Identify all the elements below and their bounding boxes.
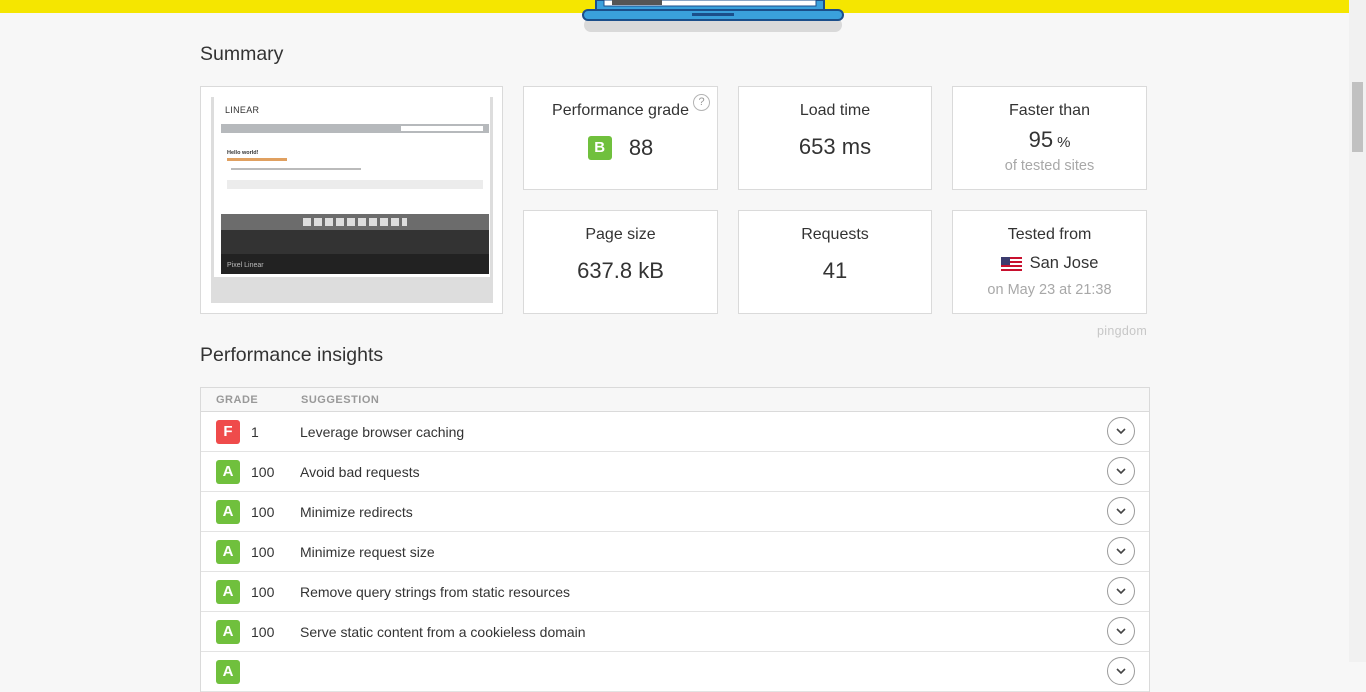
page-size-value: 637.8 kB xyxy=(577,258,664,283)
insight-row[interactable]: A 100 Avoid bad requests xyxy=(201,452,1149,492)
grade-badge: F xyxy=(216,420,240,444)
expand-button[interactable] xyxy=(1107,577,1135,605)
requests-label: Requests xyxy=(801,226,869,243)
performance-grade-label: Performance grade xyxy=(552,102,689,119)
grade-badge: A xyxy=(216,660,240,684)
insight-suggestion: Serve static content from a cookieless d… xyxy=(300,624,586,640)
expand-button[interactable] xyxy=(1107,457,1135,485)
page-size-label: Page size xyxy=(585,226,656,243)
tested-from-location: San Jose xyxy=(953,254,1146,273)
insight-row[interactable]: A 100 Minimize redirects xyxy=(201,492,1149,532)
insight-score: 1 xyxy=(251,424,259,440)
insight-suggestion: Minimize request size xyxy=(300,544,435,560)
faster-than-label: Faster than xyxy=(1009,102,1090,119)
tested-from-date: on May 23 at 21:38 xyxy=(987,282,1112,298)
insight-score: 100 xyxy=(251,504,275,520)
grade-badge: A xyxy=(216,580,240,604)
insight-score: 100 xyxy=(251,624,275,640)
expand-button[interactable] xyxy=(1107,537,1135,565)
grade-badge: B xyxy=(587,136,612,161)
insights-rows: F 1 Leverage browser caching A 100 Avoid bad … xyxy=(201,412,1149,692)
insights-table-header: GRADE SUGGESTION xyxy=(201,388,1149,412)
insight-row[interactable]: A xyxy=(201,652,1149,692)
insights-title: Performance insights xyxy=(200,344,384,366)
faster-than-value: 95% xyxy=(953,127,1146,153)
load-time-card: Load time 653 ms xyxy=(738,86,932,190)
expand-button[interactable] xyxy=(1107,497,1135,525)
thumb-footer-name: Pixel Linear xyxy=(227,262,264,269)
grade-column-header: GRADE xyxy=(216,394,259,406)
chevron-down-icon xyxy=(1116,508,1126,515)
tested-from-card: Tested from San Jose on May 23 at 21:38 xyxy=(952,210,1147,314)
site-screenshot-thumbnail: LINEAR Hello world! Pixel Linear xyxy=(211,97,493,303)
chevron-down-icon xyxy=(1116,628,1126,635)
chevron-down-icon xyxy=(1116,548,1126,555)
performance-score: 88 xyxy=(628,135,654,161)
grade-badge: A xyxy=(216,500,240,524)
question-circle-icon[interactable]: ? xyxy=(693,94,710,111)
performance-grade-card: Performance grade ? B 88 xyxy=(523,86,718,190)
faster-than-card: Faster than 95% of tested sites xyxy=(952,86,1147,190)
thumb-logo: LINEAR xyxy=(225,105,260,115)
faster-than-percent: 95 xyxy=(1028,127,1054,152)
expand-button[interactable] xyxy=(1107,417,1135,445)
insight-suggestion: Avoid bad requests xyxy=(300,464,420,480)
chevron-down-icon xyxy=(1116,588,1126,595)
insight-suggestion: Remove query strings from static resourc… xyxy=(300,584,570,600)
insights-table: GRADE SUGGESTION F 1 Leverage browser cach… xyxy=(200,387,1150,692)
site-screenshot-card: LINEAR Hello world! Pixel Linear xyxy=(200,86,503,314)
load-time-value: 653 ms xyxy=(798,134,872,159)
pingdom-logo: pingdom xyxy=(1097,324,1148,338)
tested-from-label: Tested from xyxy=(1007,226,1092,243)
us-flag-icon xyxy=(1000,256,1022,271)
chevron-down-icon xyxy=(1116,668,1126,675)
page-size-card: Page size 637.8 kB xyxy=(523,210,718,314)
grade-badge: A xyxy=(216,460,240,484)
insight-row[interactable]: A 100 Remove query strings from static res… xyxy=(201,572,1149,612)
expand-button[interactable] xyxy=(1107,657,1135,685)
requests-card: Requests 41 xyxy=(738,210,932,314)
suggestion-column-header: SUGGESTION xyxy=(301,394,380,406)
performance-grade-value: B 88 xyxy=(524,134,717,161)
insight-row[interactable]: A 100 Serve static content from a cookiele… xyxy=(201,612,1149,652)
insight-score: 100 xyxy=(251,544,275,560)
summary-title: Summary xyxy=(200,43,284,65)
scrollbar-thumb[interactable] xyxy=(1352,82,1363,152)
chevron-down-icon xyxy=(1116,468,1126,475)
insight-suggestion: Minimize redirects xyxy=(300,504,413,520)
tested-from-city: San Jose xyxy=(1029,254,1099,273)
faster-than-sub: of tested sites xyxy=(1004,158,1095,174)
insight-score: 100 xyxy=(251,464,275,480)
insight-suggestion: Leverage browser caching xyxy=(300,424,465,440)
grade-badge: A xyxy=(216,540,240,564)
insight-score: 100 xyxy=(251,584,275,600)
percent-unit: % xyxy=(1057,134,1071,151)
laptop-illustration-icon xyxy=(582,0,844,32)
thumb-post-title: Hello world! xyxy=(227,150,259,156)
requests-value: 41 xyxy=(822,258,848,283)
insight-row[interactable]: F 1 Leverage browser caching xyxy=(201,412,1149,452)
grade-badge: A xyxy=(216,620,240,644)
expand-button[interactable] xyxy=(1107,617,1135,645)
load-time-label: Load time xyxy=(799,102,871,119)
chevron-down-icon xyxy=(1116,428,1126,435)
insight-row[interactable]: A 100 Minimize request size xyxy=(201,532,1149,572)
